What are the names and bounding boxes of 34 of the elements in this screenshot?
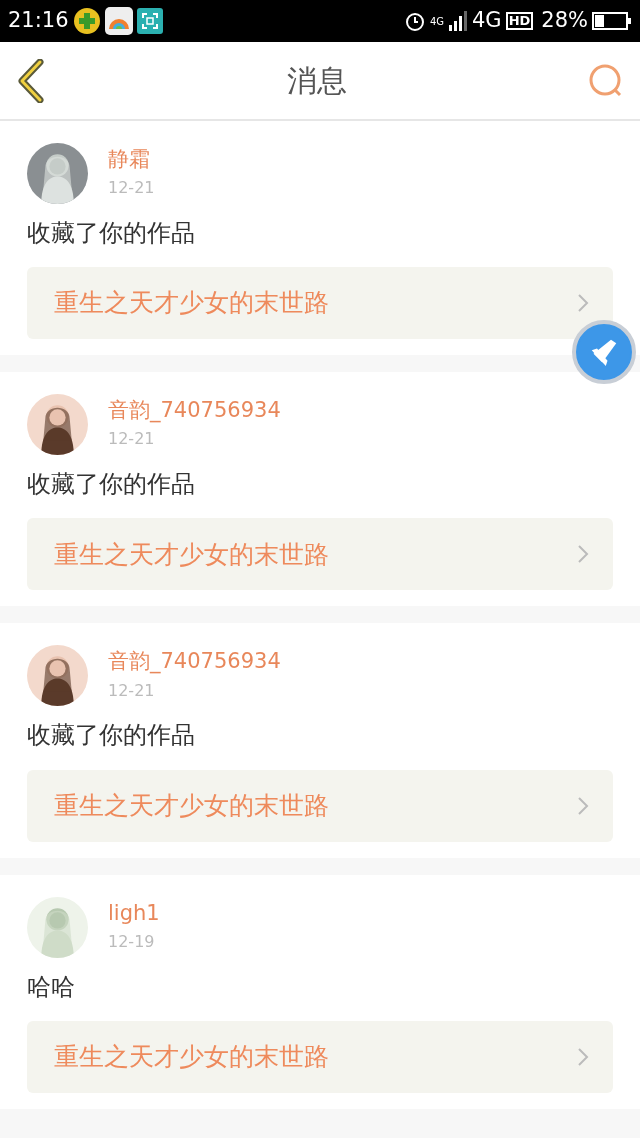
battery-icon bbox=[592, 12, 632, 30]
work-link[interactable]: 重生之天才少女的末世路 bbox=[27, 267, 613, 340]
network-label: 4G bbox=[429, 14, 444, 29]
chevron-icon bbox=[577, 293, 589, 314]
message-date: 12-21 bbox=[108, 177, 155, 200]
message-date: 12-19 bbox=[108, 930, 156, 953]
chevron-icon bbox=[577, 1046, 589, 1067]
page-title: 消息 bbox=[287, 62, 347, 100]
hd-badge: HD bbox=[505, 11, 534, 31]
user-name[interactable]: 音韵_740756934 bbox=[108, 398, 281, 424]
back-icon[interactable] bbox=[16, 58, 46, 103]
user-name[interactable]: 静霜 bbox=[108, 147, 155, 173]
network-label: 4G bbox=[472, 7, 502, 35]
work-link[interactable]: 重生之天才少女的末世路 bbox=[27, 518, 613, 591]
user-name[interactable]: ligh1 bbox=[108, 900, 160, 926]
chevron-icon bbox=[577, 544, 589, 565]
user-name[interactable]: 音韵_740756934 bbox=[108, 649, 281, 675]
plus-icon bbox=[72, 7, 101, 35]
chevron-icon bbox=[577, 795, 589, 816]
work-link[interactable]: 重生之天才少女的末世路 bbox=[27, 1020, 613, 1093]
work-link[interactable]: 重生之天才少女的末世路 bbox=[27, 769, 613, 842]
search-icon[interactable] bbox=[588, 63, 624, 98]
message-text: 收藏了你的作品 bbox=[27, 218, 196, 249]
message-date: 12-21 bbox=[108, 428, 156, 451]
signal-icon bbox=[448, 11, 468, 31]
message-date: 12-21 bbox=[108, 679, 156, 702]
message-text: 哈哈 bbox=[27, 971, 76, 1003]
screenshot-icon bbox=[136, 8, 163, 34]
clock-time: 21:16 bbox=[8, 7, 69, 35]
message-text: 收藏了你的作品 bbox=[27, 720, 196, 752]
app-icon bbox=[104, 7, 133, 35]
message-text: 收藏了你的作品 bbox=[27, 469, 196, 501]
alarm-icon bbox=[403, 10, 426, 32]
battery-percent: 28% bbox=[541, 7, 588, 35]
